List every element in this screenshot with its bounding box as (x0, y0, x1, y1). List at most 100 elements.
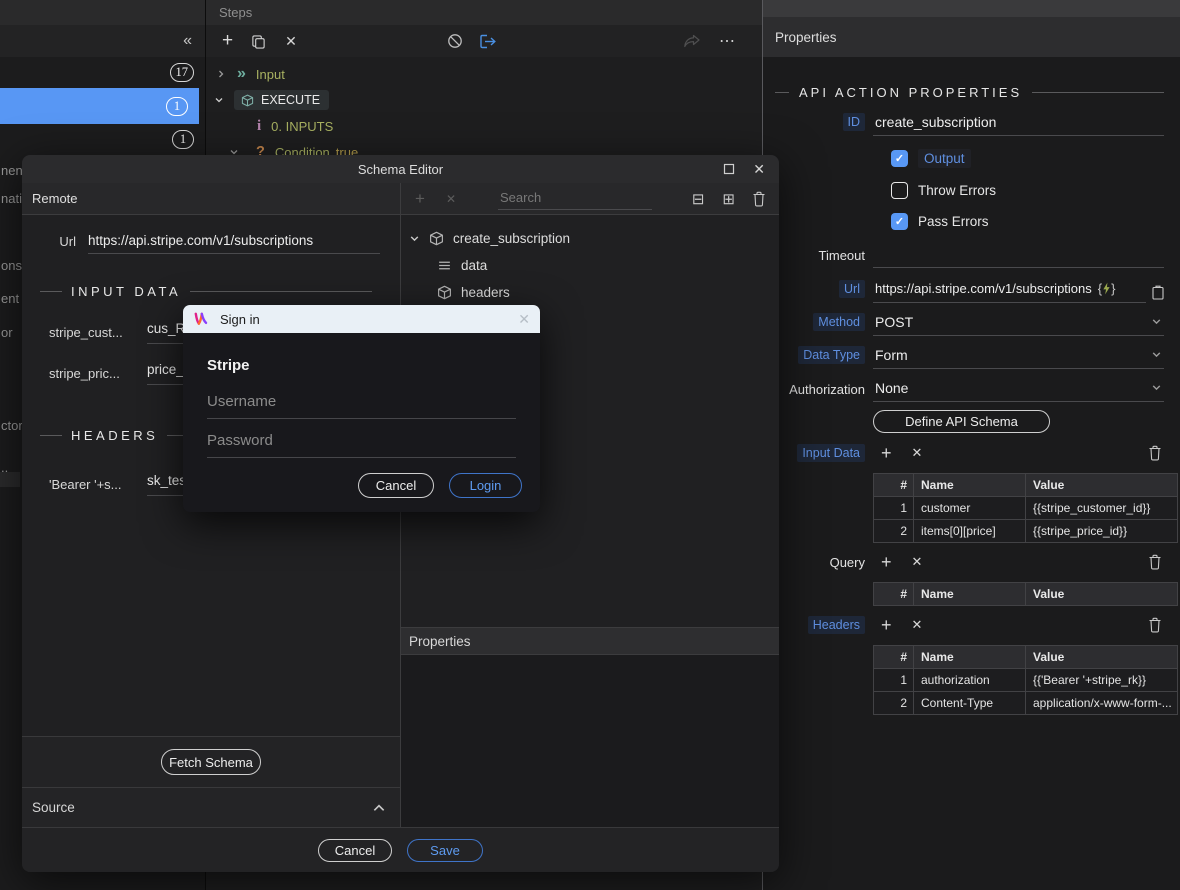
clipped-item-label: ctor (1, 418, 23, 433)
add-row-icon[interactable]: + (881, 443, 892, 464)
remove-row-icon[interactable]: ✕ (912, 445, 923, 461)
table-row[interactable]: 1 customer {{stripe_customer_id}} (874, 497, 1178, 520)
sidebar-row[interactable]: 1 (0, 124, 205, 155)
remote-url-value: https://api.stripe.com/v1/subscriptions (88, 233, 313, 248)
output-checkbox[interactable]: ✓ (891, 150, 908, 167)
chevron-up-icon[interactable] (372, 802, 386, 814)
more-options-icon[interactable]: ⋯ (719, 31, 736, 51)
row-name[interactable]: Content-Type (914, 692, 1026, 715)
list-icon (437, 258, 452, 273)
remote-tab[interactable]: Remote (22, 183, 400, 214)
data-type-row: Data Type Form (775, 343, 1164, 369)
row-value[interactable]: {{stripe_customer_id}} (1026, 497, 1178, 520)
delete-step-icon[interactable]: ✕ (285, 33, 297, 50)
remove-row-icon[interactable]: ✕ (912, 554, 923, 570)
sign-in-title-bar[interactable]: Sign in ✕ (183, 305, 540, 333)
add-row-icon[interactable]: + (881, 552, 892, 573)
username-field[interactable] (207, 387, 516, 419)
properties-panel: Properties API ACTION PROPERTIES ID crea… (762, 0, 1180, 890)
login-button[interactable]: Login (449, 473, 522, 498)
tree-item-execute[interactable]: EXECUTE (206, 87, 762, 113)
trash-icon[interactable] (1148, 445, 1162, 461)
row-value[interactable]: {{'Bearer '+stripe_rk}} (1026, 669, 1178, 692)
method-select[interactable]: POST (873, 310, 1164, 336)
save-button[interactable]: Save (407, 839, 483, 862)
copy-step-icon[interactable] (251, 34, 266, 49)
section-title: API ACTION PROPERTIES (799, 85, 1022, 100)
row-name[interactable]: customer (914, 497, 1026, 520)
trash-icon[interactable] (1148, 617, 1162, 633)
remote-url-field[interactable]: https://api.stripe.com/v1/subscriptions (88, 231, 380, 254)
collapse-sidebar-icon[interactable]: « (183, 33, 192, 49)
clipboard-icon[interactable] (1152, 285, 1164, 300)
row-name[interactable]: authorization (914, 669, 1026, 692)
close-icon[interactable]: ✕ (518, 311, 530, 328)
source-collapsible[interactable]: Source (22, 787, 400, 827)
share-icon[interactable] (683, 33, 701, 49)
url-field[interactable]: https://api.stripe.com/v1/subscriptions … (873, 277, 1146, 303)
table-row[interactable]: 2 items[0][price] {{stripe_price_id}} (874, 520, 1178, 543)
run-export-icon[interactable] (480, 34, 498, 49)
add-row-icon[interactable]: + (881, 615, 892, 636)
table-row[interactable]: 1 authorization {{'Bearer '+stripe_rk}} (874, 669, 1178, 692)
throw-errors-checkbox[interactable] (891, 182, 908, 199)
trash-icon[interactable] (752, 191, 766, 207)
sidebar-top-bar (0, 0, 205, 25)
sidebar-row[interactable]: 17 (0, 57, 205, 88)
chevron-down-icon[interactable] (214, 95, 224, 105)
col-num: # (874, 646, 914, 669)
tree-node-headers[interactable]: headers (401, 279, 779, 306)
add-node-icon[interactable]: + (415, 189, 425, 209)
count-badge: 1 (166, 97, 188, 116)
tree-node-root[interactable]: create_subscription (401, 225, 779, 252)
cancel-button[interactable]: Cancel (318, 839, 392, 862)
row-value[interactable]: {{stripe_price_id}} (1026, 520, 1178, 543)
url-label: Url (839, 280, 865, 298)
define-api-schema-button[interactable]: Define API Schema (873, 410, 1050, 433)
search-input[interactable] (498, 188, 652, 210)
timeout-field[interactable] (873, 242, 1164, 268)
maximize-icon[interactable] (723, 163, 735, 175)
sign-in-title: Sign in (220, 312, 260, 327)
id-field[interactable]: create_subscription (873, 110, 1164, 136)
row-num: 2 (874, 692, 914, 715)
trash-icon[interactable] (1148, 554, 1162, 570)
password-field[interactable] (207, 426, 516, 458)
input-data-label: Input Data (797, 444, 865, 462)
collapse-all-icon[interactable]: ⊟ (692, 190, 705, 208)
expand-all-icon[interactable]: ⊞ (722, 190, 735, 208)
modal-footer: Cancel Save (22, 827, 779, 872)
chevron-right-icon[interactable] (216, 69, 226, 79)
disable-step-icon[interactable] (447, 33, 463, 49)
sidebar-row-selected[interactable]: 1 (0, 88, 199, 124)
schema-tree: create_subscription data headers (401, 215, 779, 306)
execute-chip[interactable]: EXECUTE (234, 90, 329, 110)
chevron-down-icon[interactable] (409, 233, 420, 244)
table-row[interactable]: 2 Content-Type application/x-www-form-..… (874, 692, 1178, 715)
app-window: « 17 1 1 nent nati ons ent or ctor .. St… (0, 0, 1180, 890)
col-value: Value (1026, 583, 1178, 606)
tree-item-inputs[interactable]: i 0. INPUTS (206, 113, 762, 139)
row-name[interactable]: items[0][price] (914, 520, 1026, 543)
close-icon[interactable]: ✕ (753, 161, 765, 178)
remove-row-icon[interactable]: ✕ (912, 617, 923, 633)
tree-node-data[interactable]: data (401, 252, 779, 279)
method-value: POST (875, 314, 913, 330)
modal-title-bar[interactable]: Schema Editor ✕ (22, 155, 779, 183)
tree-node-label: data (461, 258, 487, 273)
tree-node-label: create_subscription (453, 231, 570, 246)
divider (1032, 92, 1164, 93)
pass-errors-checkbox[interactable]: ✓ (891, 213, 908, 230)
fetch-schema-button[interactable]: Fetch Schema (161, 749, 261, 775)
tree-item-label: 0. INPUTS (271, 119, 333, 134)
add-step-icon[interactable]: + (222, 30, 233, 52)
authorization-select[interactable]: None (873, 376, 1164, 402)
expression-bolt-icon[interactable]: {} (1098, 281, 1116, 296)
schema-properties-empty (401, 655, 779, 827)
tree-item-input[interactable]: » Input (206, 61, 762, 87)
sign-in-heading: Stripe (207, 357, 516, 374)
remove-node-icon[interactable]: ✕ (446, 192, 456, 206)
cancel-button[interactable]: Cancel (358, 473, 434, 498)
row-value[interactable]: application/x-www-form-... (1026, 692, 1178, 715)
data-type-select[interactable]: Form (873, 343, 1164, 369)
